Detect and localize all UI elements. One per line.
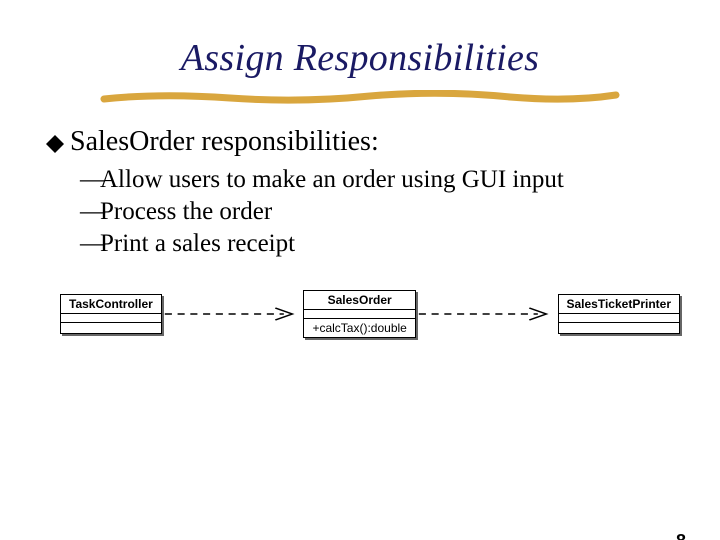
uml-class-taskcontroller: TaskController	[60, 294, 162, 334]
uml-class-salesorder: SalesOrder +calcTax():double	[303, 290, 415, 338]
sub-bullet-text: Process the order	[100, 196, 272, 228]
uml-diagram: TaskController SalesOrder +calcTax():dou…	[0, 290, 720, 338]
title-underline	[100, 90, 620, 104]
uml-attributes-empty	[559, 314, 680, 323]
content-area: SalesOrder responsibilities: — Allow use…	[0, 126, 720, 260]
slide-title: Assign Responsibilities	[0, 36, 720, 80]
uml-class-name: SalesTicketPrinter	[559, 295, 680, 314]
sub-bullet-item: — Allow users to make an order using GUI…	[80, 164, 680, 196]
uml-operations-empty	[559, 323, 680, 333]
uml-dependency-arrow	[416, 305, 558, 323]
uml-operations-empty	[61, 323, 161, 333]
uml-row: TaskController SalesOrder +calcTax():dou…	[60, 290, 680, 338]
uml-class-salesticketprinter: SalesTicketPrinter	[558, 294, 681, 334]
dash-bullet-icon: —	[80, 164, 100, 196]
page-number: 8	[676, 531, 686, 540]
bullet-heading-text: SalesOrder responsibilities:	[70, 126, 379, 158]
diamond-bullet-icon	[46, 135, 64, 153]
uml-attributes-empty	[61, 314, 161, 323]
uml-class-name: TaskController	[61, 295, 161, 314]
uml-class-name: SalesOrder	[304, 291, 414, 310]
dash-bullet-icon: —	[80, 228, 100, 260]
bullet-heading-row: SalesOrder responsibilities:	[46, 126, 680, 158]
sub-bullet-item: — Process the order	[80, 196, 680, 228]
sub-bullet-item: — Print a sales receipt	[80, 228, 680, 260]
sub-bullet-text: Allow users to make an order using GUI i…	[100, 164, 564, 196]
slide: Assign Responsibilities SalesOrder respo…	[0, 36, 720, 540]
sub-bullet-list: — Allow users to make an order using GUI…	[46, 164, 680, 260]
uml-dependency-arrow	[162, 305, 304, 323]
dash-bullet-icon: —	[80, 196, 100, 228]
uml-attributes-empty	[304, 310, 414, 319]
sub-bullet-text: Print a sales receipt	[100, 228, 295, 260]
uml-operation: +calcTax():double	[304, 319, 414, 337]
